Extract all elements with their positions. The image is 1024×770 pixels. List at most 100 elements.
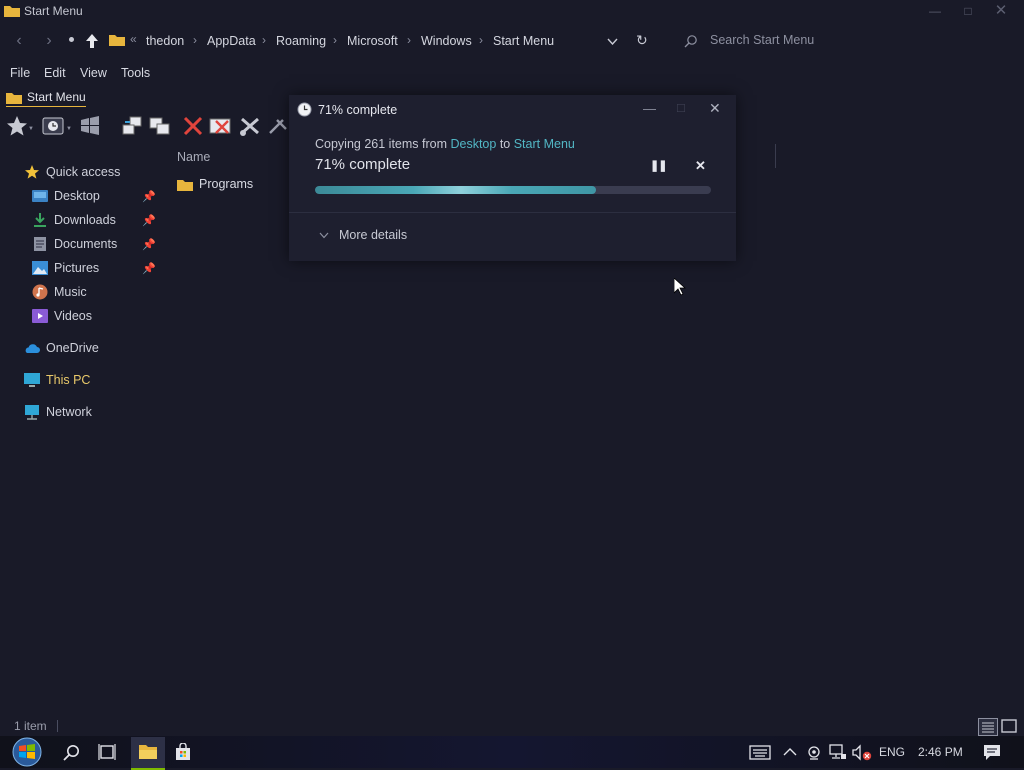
nav-label: Videos <box>54 309 92 323</box>
search-icon <box>684 35 697 48</box>
nav-label: Network <box>46 405 92 419</box>
crumb-separator-icon[interactable]: › <box>193 33 197 47</box>
nav-quick-access[interactable]: Quick access <box>24 162 120 182</box>
crumb-separator-icon[interactable]: › <box>479 33 483 47</box>
nav-item-documents[interactable]: Documents <box>32 234 117 254</box>
nav-label: Downloads <box>54 213 116 227</box>
source-link[interactable]: Desktop <box>450 137 496 151</box>
crumb-start-menu[interactable]: Start Menu <box>493 34 554 48</box>
list-item[interactable]: Programs <box>177 177 253 191</box>
menu-edit[interactable]: Edit <box>44 66 66 80</box>
crumb-thedon[interactable]: thedon <box>146 34 184 48</box>
crumb-microsoft[interactable]: Microsoft <box>347 34 398 48</box>
pin-icon[interactable]: 📌 <box>142 190 156 203</box>
delete-permanently-icon[interactable] <box>208 114 234 138</box>
recent-locations-dot[interactable] <box>69 37 74 42</box>
nav-item-music[interactable]: Music <box>32 282 87 302</box>
more-details-button[interactable]: More details <box>319 228 407 242</box>
store-bag-icon[interactable] <box>174 743 192 761</box>
column-divider[interactable] <box>775 144 776 168</box>
copy-progress-dialog: 71% complete — □ ✕ Copying 261 items fro… <box>289 95 736 261</box>
pin-icon[interactable]: 📌 <box>142 238 156 251</box>
star-icon <box>25 165 39 179</box>
crumb-separator-icon[interactable]: › <box>407 33 411 47</box>
nav-item-downloads[interactable]: Downloads <box>32 210 116 230</box>
folder-icon <box>4 6 20 17</box>
pin-icon[interactable]: 📌 <box>142 214 156 227</box>
chevron-down-icon <box>319 232 329 238</box>
favorites-star-icon[interactable] <box>4 114 30 138</box>
task-view-icon[interactable] <box>98 744 116 761</box>
column-header-name[interactable]: Name <box>177 150 210 164</box>
copy-to-icon[interactable] <box>147 114 173 138</box>
item-label: Programs <box>199 177 254 191</box>
close-button[interactable]: ✕ <box>990 2 1012 20</box>
download-icon <box>34 213 46 227</box>
maximize-button[interactable]: □ <box>957 2 979 20</box>
nav-item-desktop[interactable]: Desktop <box>32 186 100 206</box>
history-clock-icon[interactable] <box>40 114 66 138</box>
desktop-icon <box>32 190 48 202</box>
chevron-down-icon[interactable] <box>607 38 618 45</box>
file-explorer-taskbar-button[interactable] <box>131 737 165 770</box>
menu-view[interactable]: View <box>80 66 107 80</box>
chevron-down-icon[interactable]: ▼ <box>28 126 34 132</box>
back-button[interactable]: ‹ <box>10 33 28 51</box>
clock-time[interactable]: 2:46 PM <box>918 745 963 759</box>
network-status-icon[interactable] <box>829 744 847 761</box>
delete-icon[interactable] <box>180 114 206 138</box>
pause-button[interactable]: ❚❚ <box>650 159 667 172</box>
nav-label: Quick access <box>46 165 121 179</box>
folder-icon <box>6 92 22 104</box>
dialog-minimize-button[interactable]: — <box>643 101 656 116</box>
cancel-button[interactable]: ✕ <box>695 158 706 174</box>
window-title: Start Menu <box>24 4 83 18</box>
notification-center-icon[interactable] <box>983 744 1001 761</box>
forward-button[interactable]: › <box>40 33 58 51</box>
menu-tools[interactable]: Tools <box>121 66 150 80</box>
destination-link[interactable]: Start Menu <box>514 137 575 151</box>
details-view-button[interactable] <box>978 718 998 736</box>
copy-to-word: to <box>496 137 514 151</box>
volume-muted-icon[interactable] <box>852 744 872 761</box>
mouse-cursor-icon <box>674 278 686 296</box>
document-icon <box>34 237 46 251</box>
nav-onedrive[interactable]: OneDrive <box>24 338 99 358</box>
crumb-separator-icon[interactable]: › <box>333 33 337 47</box>
nav-item-videos[interactable]: Videos <box>32 306 92 326</box>
refresh-icon[interactable]: ↻ <box>636 32 648 49</box>
overflow-chevron[interactable]: « <box>130 32 137 46</box>
minimize-button[interactable]: — <box>924 2 946 20</box>
crumb-separator-icon[interactable]: › <box>262 33 266 47</box>
search-icon[interactable] <box>63 744 81 762</box>
crumb-windows[interactable]: Windows <box>421 34 472 48</box>
camera-icon[interactable] <box>806 745 822 760</box>
properties-icon[interactable] <box>265 114 291 138</box>
windows-logo-icon[interactable] <box>77 114 103 138</box>
favorites-label: Start Menu <box>27 90 86 104</box>
dialog-close-button[interactable]: ✕ <box>709 100 721 117</box>
nav-network[interactable]: Network <box>24 402 92 422</box>
nav-label: Desktop <box>54 189 100 203</box>
cut-icon[interactable] <box>237 114 263 138</box>
nav-label: Documents <box>54 237 118 251</box>
nav-item-pictures[interactable]: Pictures <box>32 258 99 278</box>
menu-file[interactable]: File <box>10 66 30 80</box>
folder-icon <box>177 179 193 191</box>
language-indicator[interactable]: ENG <box>879 745 905 759</box>
keyboard-icon[interactable] <box>749 745 771 760</box>
large-icons-view-button[interactable] <box>1000 718 1018 734</box>
pin-icon[interactable]: 📌 <box>142 262 156 275</box>
chevron-down-icon[interactable]: ▼ <box>66 126 72 132</box>
dialog-title: 71% complete <box>318 103 398 117</box>
cloud-icon <box>25 344 40 353</box>
favorites-bar-item[interactable]: Start Menu <box>6 88 86 107</box>
move-to-icon[interactable] <box>119 114 145 138</box>
search-input[interactable]: Search Start Menu <box>710 33 814 47</box>
nav-this-pc[interactable]: This PC <box>24 370 90 390</box>
chevron-up-icon[interactable] <box>783 747 797 757</box>
start-button[interactable] <box>10 737 44 767</box>
up-arrow-icon[interactable] <box>85 33 99 49</box>
crumb-appdata[interactable]: AppData <box>207 34 256 48</box>
crumb-roaming[interactable]: Roaming <box>276 34 326 48</box>
